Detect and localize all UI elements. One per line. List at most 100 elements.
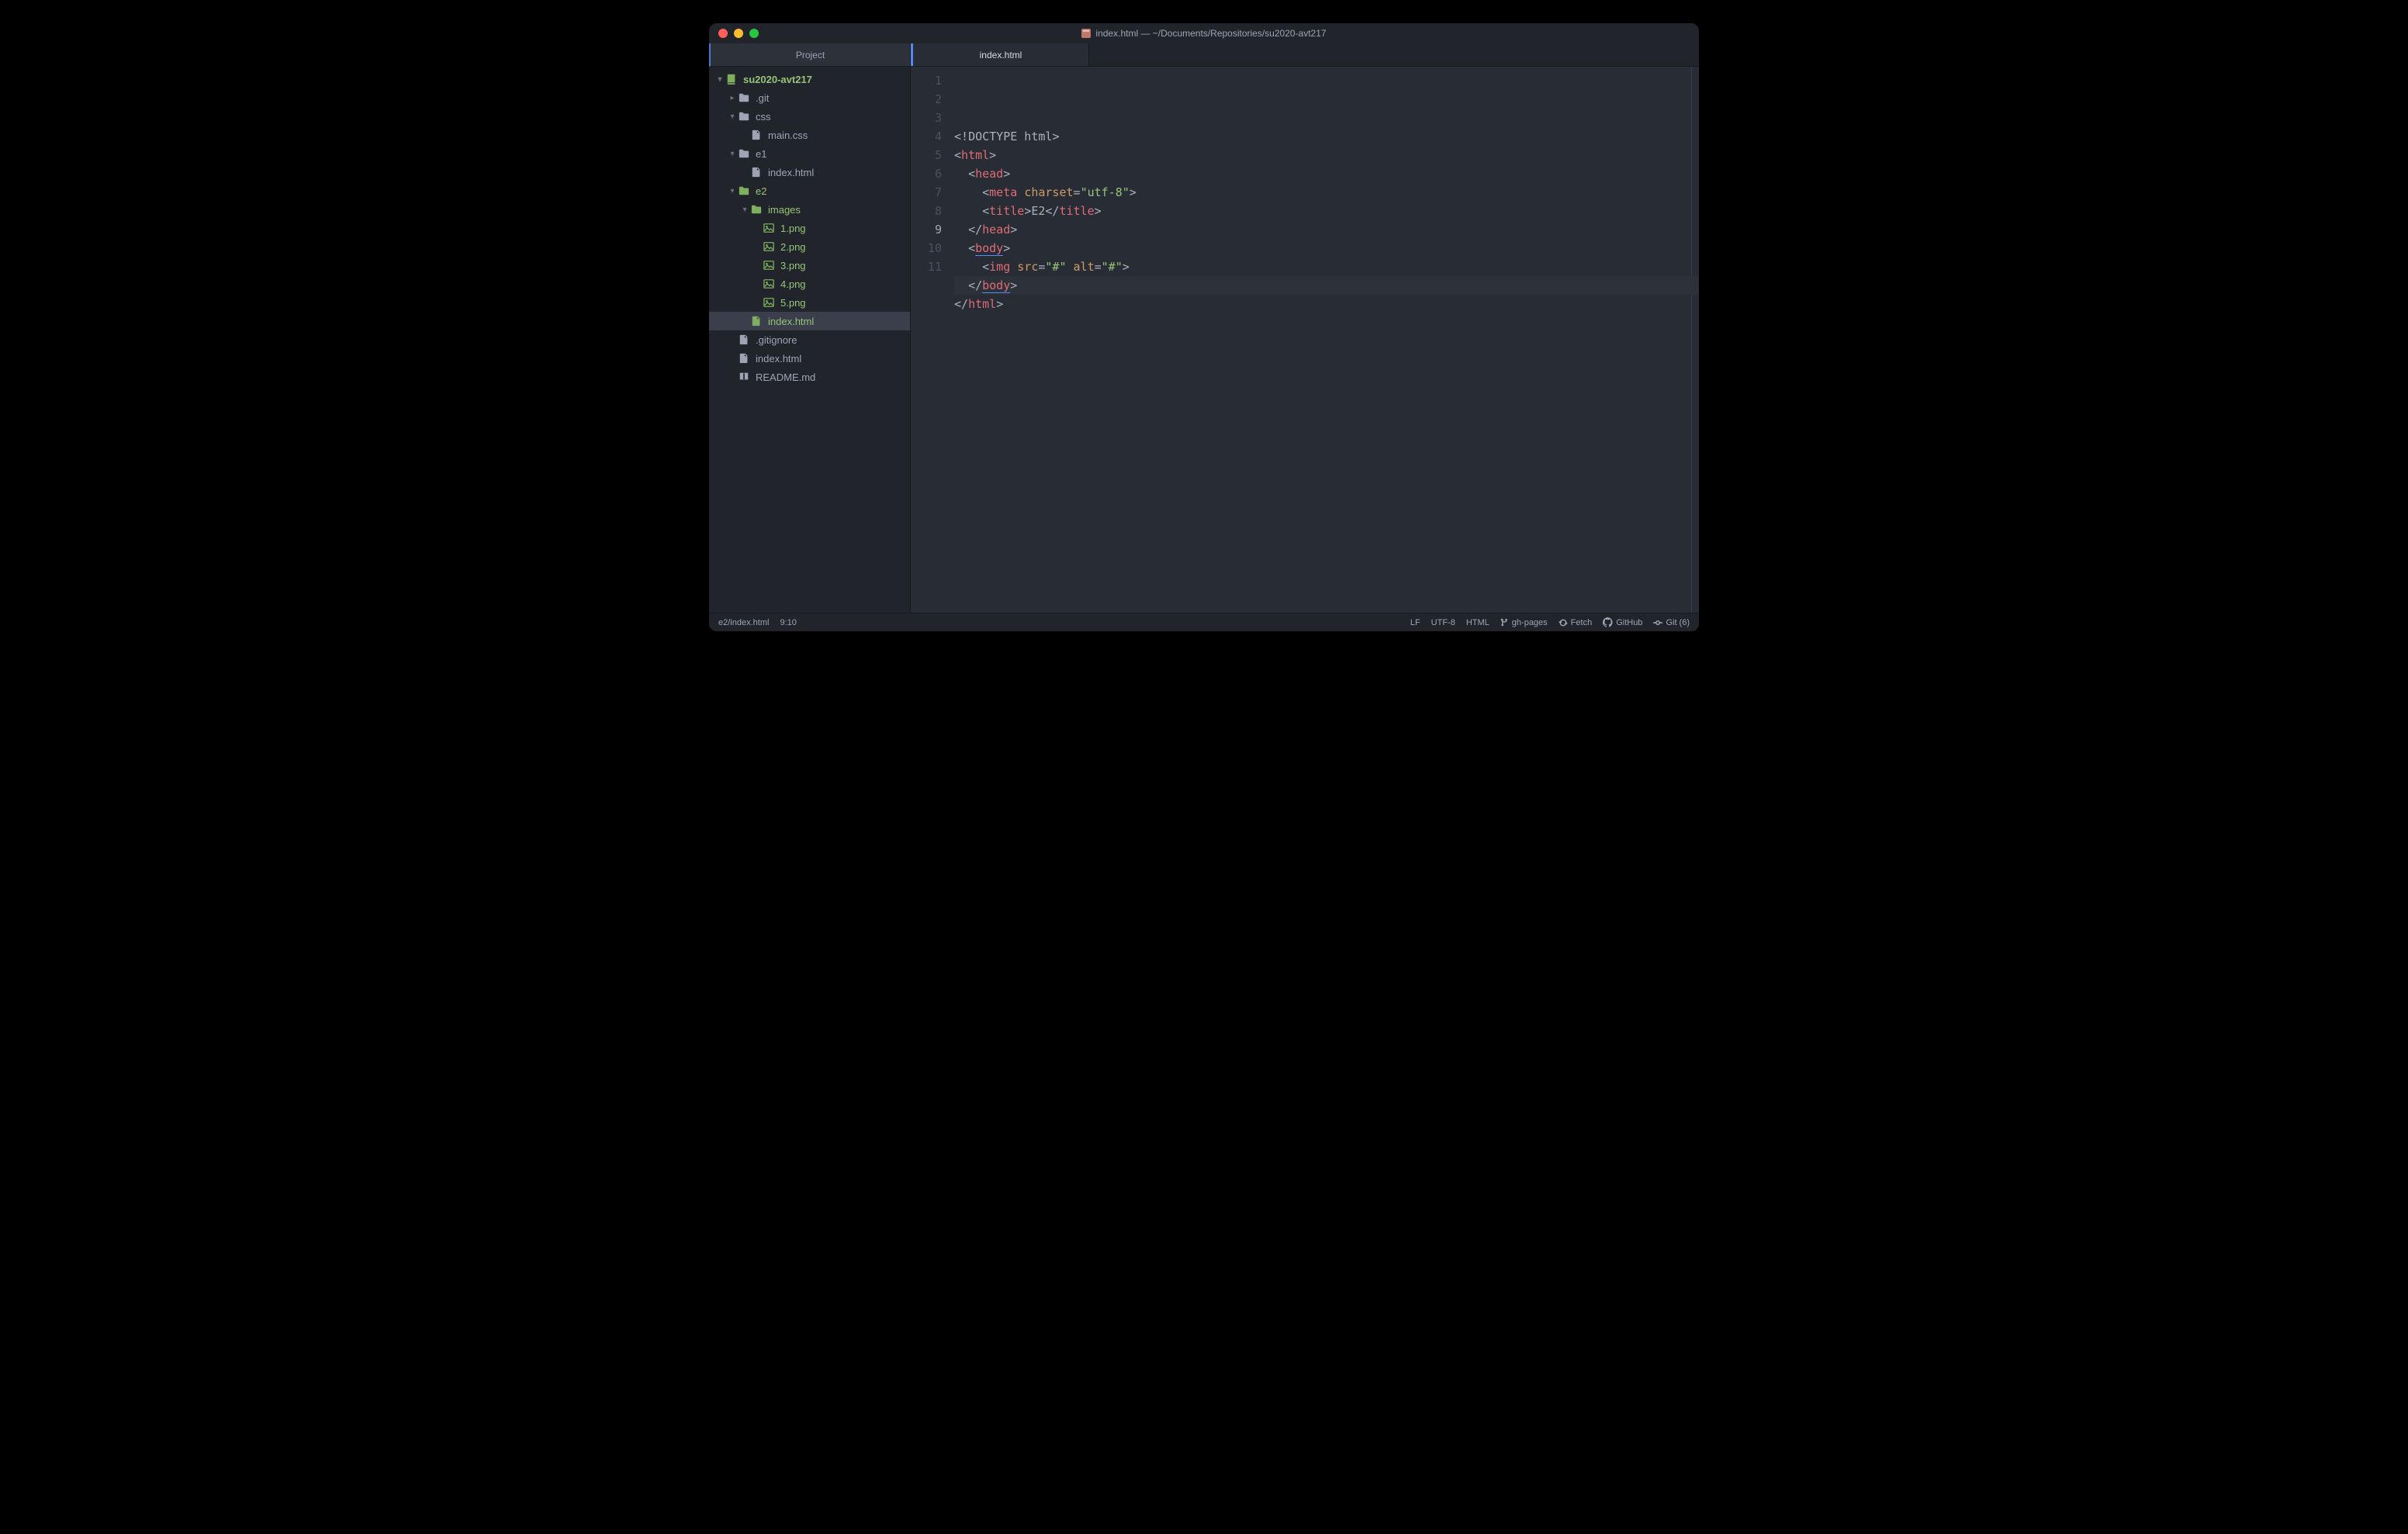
line-number: 2 (911, 90, 942, 109)
chevron-icon: ▾ (728, 187, 737, 195)
status-github[interactable]: GitHub (1603, 617, 1642, 627)
image-icon (763, 278, 776, 289)
zoom-icon[interactable] (749, 29, 759, 38)
repo-icon (726, 74, 739, 85)
status-branch[interactable]: gh-pages (1500, 617, 1548, 627)
tree-item-1-png[interactable]: 1.png (709, 219, 910, 237)
code-line[interactable]: <meta charset="utf-8"> (954, 183, 1699, 202)
token: "#" (1102, 260, 1123, 274)
tree-item-main-css[interactable]: main.css (709, 126, 910, 144)
code-area[interactable]: <!DOCTYPE html><html> <head> <meta chars… (954, 67, 1699, 613)
status-fetch[interactable]: Fetch (1559, 618, 1593, 627)
token: > (1010, 223, 1017, 237)
image-icon (763, 260, 776, 271)
tree-item-e1[interactable]: ▾e1 (709, 144, 910, 163)
token: "utf-8" (1081, 185, 1130, 199)
tree-item-label: 1.png (780, 223, 806, 234)
tree-item-label: index.html (756, 353, 801, 364)
status-line-ending[interactable]: LF (1410, 618, 1420, 627)
tree-item-2-png[interactable]: 2.png (709, 237, 910, 256)
git-commit-icon (1653, 618, 1662, 627)
code-line[interactable]: </body> (954, 276, 1699, 295)
chevron-icon: ▸ (728, 94, 737, 102)
code-line[interactable]: <body> (954, 239, 1699, 257)
titlebar[interactable]: index.html — ~/Documents/Repositories/su… (709, 23, 1699, 43)
token: > (1024, 204, 1031, 218)
token: </ (954, 297, 968, 311)
tree-item-images[interactable]: ▾images (709, 200, 910, 219)
line-number: 9 (911, 220, 942, 239)
token: > (1095, 204, 1102, 218)
chevron-icon: ▾ (715, 75, 725, 84)
tree-item-3-png[interactable]: 3.png (709, 256, 910, 275)
tree-item-index-html[interactable]: index.html (709, 163, 910, 181)
file-icon (739, 353, 751, 364)
sync-icon (1559, 618, 1568, 627)
token: src (1017, 260, 1038, 274)
minimize-icon[interactable] (734, 29, 743, 38)
token: img (989, 260, 1010, 274)
tree-item-css[interactable]: ▾css (709, 107, 910, 126)
code-line[interactable] (954, 313, 1699, 332)
editor-pane: index.html 1234567891011 <!DOCTYPE html>… (911, 43, 1699, 613)
folder-icon (739, 185, 751, 196)
token: head (982, 223, 1010, 237)
folder-icon (739, 111, 751, 122)
token: <! (954, 130, 968, 143)
code-line[interactable]: </head> (954, 220, 1699, 239)
line-number: 11 (911, 257, 942, 276)
github-icon (1603, 617, 1613, 627)
code-line[interactable]: <img src="#" alt="#"> (954, 257, 1699, 276)
token: DOCTYPE html (968, 130, 1052, 143)
tree-item--gitignore[interactable]: .gitignore (709, 330, 910, 349)
status-git[interactable]: Git (6) (1653, 618, 1690, 627)
tab-bar[interactable]: index.html (911, 43, 1699, 67)
tree-item--git[interactable]: ▸.git (709, 88, 910, 107)
code-line[interactable]: <title>E2</title> (954, 202, 1699, 220)
token: > (1003, 167, 1010, 181)
token: </ (968, 223, 982, 237)
line-number: 5 (911, 146, 942, 164)
token: > (1052, 130, 1059, 143)
window-title: index.html — ~/Documents/Repositories/su… (709, 28, 1699, 39)
token: > (1123, 260, 1130, 274)
token: > (996, 297, 1003, 311)
code-line[interactable]: <!DOCTYPE html> (954, 127, 1699, 146)
tree-item-su2020-avt217[interactable]: ▾su2020-avt217 (709, 70, 910, 88)
folder-icon (751, 204, 763, 215)
tree-item-index-html[interactable]: index.html (709, 312, 910, 330)
code-line[interactable]: <html> (954, 146, 1699, 164)
gutter: 1234567891011 (911, 67, 954, 613)
line-number: 7 (911, 183, 942, 202)
line-number: 6 (911, 164, 942, 183)
tree-item-e2[interactable]: ▾e2 (709, 181, 910, 200)
status-cursor-pos[interactable]: 9:10 (780, 618, 796, 627)
tree-item-readme-md[interactable]: README.md (709, 368, 910, 386)
close-icon[interactable] (718, 29, 728, 38)
token: body (982, 278, 1010, 293)
file-icon (751, 130, 763, 140)
tree-item-index-html[interactable]: index.html (709, 349, 910, 368)
status-encoding[interactable]: UTF-8 (1431, 618, 1455, 627)
chevron-icon: ▾ (728, 150, 737, 158)
tab-index-html[interactable]: index.html (911, 43, 1089, 66)
tree-item-5-png[interactable]: 5.png (709, 293, 910, 312)
status-file-path[interactable]: e2/index.html (718, 618, 769, 627)
code-line[interactable]: <head> (954, 164, 1699, 183)
tree-item-label: README.md (756, 371, 815, 383)
sidebar-tab-project[interactable]: Project (709, 43, 910, 67)
tree-item-4-png[interactable]: 4.png (709, 275, 910, 293)
token: < (968, 241, 975, 255)
folder-icon (739, 92, 751, 103)
status-grammar[interactable]: HTML (1466, 618, 1489, 627)
line-number: 10 (911, 239, 942, 257)
file-tree[interactable]: ▾su2020-avt217▸.git▾cssmain.css▾e1 index.… (709, 67, 910, 613)
token: > (1003, 241, 1010, 255)
status-bar: e2/index.html 9:10 LF UTF-8 HTML gh-page… (709, 613, 1699, 631)
code-line[interactable]: </html> (954, 295, 1699, 313)
text-editor[interactable]: 1234567891011 <!DOCTYPE html><html> <hea… (911, 67, 1699, 613)
token: "#" (1045, 260, 1066, 274)
tree-item-label: index.html (768, 167, 814, 178)
token: > (989, 148, 996, 162)
token: title (1059, 204, 1094, 218)
